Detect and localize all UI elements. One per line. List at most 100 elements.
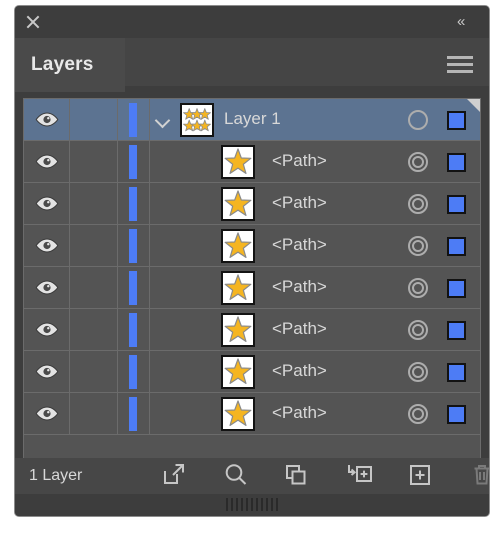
layers-list[interactable]: Layer 1 <Path> <Path> <Path> <Path> <Path> <Pa… [23,98,481,460]
target-indicator-icon[interactable] [408,110,428,130]
path-thumbnail [221,187,255,221]
selection-swatch[interactable] [447,321,466,340]
layer-row[interactable]: <Path> [24,309,480,351]
selection-swatch[interactable] [447,195,466,214]
collapse-panel-icon[interactable]: « [457,14,479,30]
layer-name-label[interactable]: <Path> [272,235,327,255]
layer-count-label: 1 Layer [29,467,83,484]
layer-color-bar [129,103,137,137]
layer-name-label[interactable]: <Path> [272,361,327,381]
panel-titlebar: « [15,6,489,38]
layer-color-bar [129,271,137,305]
lock-cell[interactable] [70,309,118,350]
new-sublayer-button[interactable] [345,462,375,492]
resize-grip[interactable] [226,498,278,511]
visibility-cell[interactable] [24,309,70,350]
layer-row[interactable]: <Path> [24,267,480,309]
locate-object-button[interactable] [223,462,253,492]
layer-row[interactable]: <Path> [24,351,480,393]
hamburger-menu-icon[interactable] [447,56,473,73]
layer-color-marker-cell [118,141,150,182]
path-thumbnail [221,145,255,179]
layer-color-marker-cell [118,309,150,350]
layer-name-label[interactable]: <Path> [272,193,327,213]
release-to-layers-button[interactable] [161,462,191,492]
visibility-cell[interactable] [24,99,70,140]
selection-swatch[interactable] [447,153,466,172]
target-indicator-icon[interactable] [408,404,428,424]
eye-icon[interactable] [35,196,59,211]
panel-footer [15,494,489,516]
layer-color-bar [129,229,137,263]
path-thumbnail [221,229,255,263]
path-thumbnail [221,271,255,305]
target-indicator-icon[interactable] [408,320,428,340]
lock-cell[interactable] [70,393,118,434]
layer-row[interactable]: <Path> [24,183,480,225]
visibility-cell[interactable] [24,141,70,182]
eye-icon[interactable] [35,322,59,337]
layer-color-marker-cell [118,99,150,140]
layers-panel: « Layers Layer 1 <Path> <Path> <Path> <Path>… [14,5,490,517]
layer-color-marker-cell [118,225,150,266]
selected-corner-marker [467,99,480,112]
layer-row[interactable]: <Path> [24,225,480,267]
target-indicator-icon[interactable] [408,362,428,382]
layer-color-marker-cell [118,351,150,392]
target-indicator-icon[interactable] [408,152,428,172]
sublayer-plus-icon [348,465,372,482]
layer-color-marker-cell [118,393,150,434]
selection-swatch[interactable] [447,405,466,424]
layer-name-label[interactable]: <Path> [272,277,327,297]
visibility-cell[interactable] [24,393,70,434]
eye-icon[interactable] [35,364,59,379]
eye-icon[interactable] [35,112,59,127]
close-icon[interactable] [24,13,42,31]
visibility-cell[interactable] [24,183,70,224]
magnifier-icon [225,464,247,485]
empty-list-area [24,435,480,459]
selection-swatch[interactable] [447,237,466,256]
lock-cell[interactable] [70,141,118,182]
layer-row[interactable]: Layer 1 [24,99,480,141]
lock-cell[interactable] [70,99,118,140]
target-indicator-icon[interactable] [408,278,428,298]
visibility-cell[interactable] [24,351,70,392]
target-indicator-icon[interactable] [408,194,428,214]
visibility-cell[interactable] [24,225,70,266]
export-arrow-icon [164,464,184,484]
eye-icon[interactable] [35,406,59,421]
layer-name-label[interactable]: <Path> [272,319,327,339]
visibility-cell[interactable] [24,267,70,308]
eye-icon[interactable] [35,154,59,169]
panel-tabstrip: Layers [15,38,489,92]
lock-cell[interactable] [70,225,118,266]
lock-cell[interactable] [70,351,118,392]
layer-row[interactable]: <Path> [24,141,480,183]
layer-name-label[interactable]: <Path> [272,151,327,171]
duplicate-layer-button[interactable] [283,462,313,492]
eye-icon[interactable] [35,280,59,295]
trash-icon [474,465,489,485]
layer-color-bar [129,313,137,347]
path-thumbnail [221,313,255,347]
target-indicator-icon[interactable] [408,236,428,256]
layer-name-label[interactable]: Layer 1 [224,109,281,129]
tabstrip-filler [125,38,489,86]
selection-swatch[interactable] [447,363,466,382]
layer-color-bar [129,145,137,179]
layer-name-label[interactable]: <Path> [272,403,327,423]
tab-layers[interactable]: Layers [15,38,125,92]
selection-swatch[interactable] [447,111,466,130]
chevron-down-icon[interactable] [154,111,172,129]
lock-cell[interactable] [70,183,118,224]
eye-icon[interactable] [35,238,59,253]
layer-color-marker-cell [118,183,150,224]
tab-layers-label: Layers [31,54,94,75]
layer-color-bar [129,187,137,221]
lock-cell[interactable] [70,267,118,308]
layer-row[interactable]: <Path> [24,393,480,435]
layer-color-bar [129,355,137,389]
selection-swatch[interactable] [447,279,466,298]
new-layer-button[interactable] [407,462,437,492]
